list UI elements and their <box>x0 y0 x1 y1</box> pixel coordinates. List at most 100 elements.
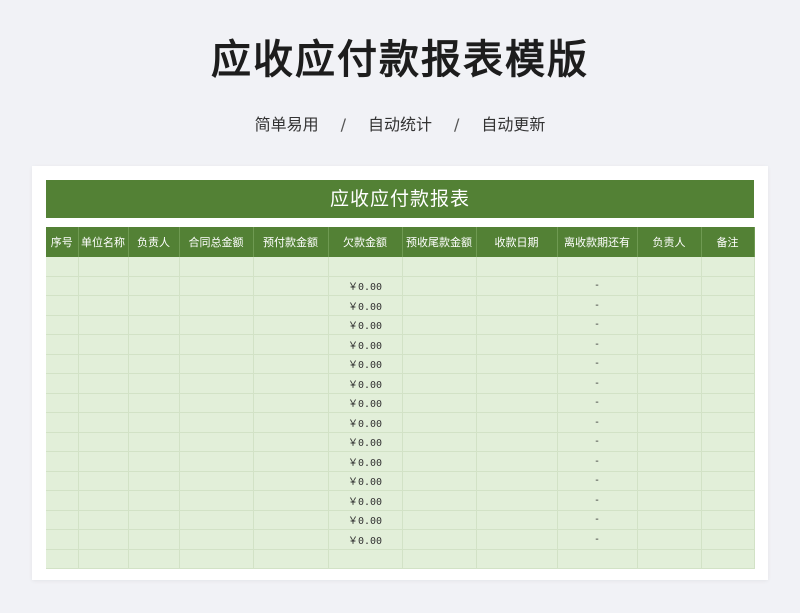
table-cell[interactable] <box>328 257 403 277</box>
table-cell[interactable] <box>701 432 755 452</box>
table-cell[interactable] <box>179 490 254 511</box>
table-cell[interactable]: - <box>557 412 638 433</box>
table-cell[interactable] <box>637 393 702 413</box>
table-cell[interactable] <box>253 549 329 569</box>
table-cell[interactable] <box>402 412 477 433</box>
table-cell[interactable] <box>701 393 755 413</box>
table-cell[interactable] <box>402 432 477 452</box>
table-cell[interactable] <box>46 334 79 355</box>
table-cell[interactable] <box>476 490 558 511</box>
table-cell[interactable] <box>46 490 79 511</box>
table-cell[interactable] <box>402 510 477 530</box>
table-cell[interactable] <box>179 432 254 452</box>
table-cell[interactable] <box>557 257 638 277</box>
table-cell[interactable] <box>46 315 79 335</box>
table-cell[interactable] <box>476 432 558 452</box>
table-cell[interactable] <box>637 412 702 433</box>
table-cell[interactable] <box>46 373 79 394</box>
table-cell[interactable] <box>402 471 477 491</box>
table-cell[interactable] <box>46 510 79 530</box>
table-cell[interactable] <box>253 257 329 277</box>
table-cell[interactable] <box>637 510 702 530</box>
table-cell[interactable] <box>701 295 755 316</box>
table-cell[interactable] <box>179 549 254 569</box>
table-cell[interactable]: ￥0.00 <box>328 354 403 374</box>
table-cell[interactable] <box>402 315 477 335</box>
column-header[interactable]: 负责人 <box>637 227 702 257</box>
table-cell[interactable] <box>179 510 254 530</box>
table-cell[interactable]: ￥0.00 <box>328 432 403 452</box>
table-cell[interactable] <box>402 295 477 316</box>
table-cell[interactable] <box>637 432 702 452</box>
table-cell[interactable] <box>179 257 254 277</box>
table-cell[interactable]: - <box>557 354 638 374</box>
table-cell[interactable] <box>46 412 79 433</box>
table-cell[interactable] <box>128 373 180 394</box>
table-cell[interactable] <box>637 529 702 550</box>
table-cell[interactable] <box>637 295 702 316</box>
table-cell[interactable] <box>78 276 129 296</box>
table-cell[interactable] <box>402 490 477 511</box>
table-cell[interactable] <box>701 315 755 335</box>
table-cell[interactable] <box>476 529 558 550</box>
column-header[interactable]: 合同总金额 <box>179 227 254 257</box>
table-cell[interactable] <box>253 276 329 296</box>
table-cell[interactable]: - <box>557 510 638 530</box>
table-cell[interactable] <box>78 549 129 569</box>
table-cell[interactable] <box>78 471 129 491</box>
table-cell[interactable]: ￥0.00 <box>328 295 403 316</box>
column-header[interactable]: 预收尾款金额 <box>402 227 477 257</box>
column-header[interactable]: 离收款期还有 <box>557 227 638 257</box>
table-cell[interactable] <box>476 412 558 433</box>
table-cell[interactable] <box>253 393 329 413</box>
table-cell[interactable] <box>637 373 702 394</box>
table-cell[interactable] <box>179 373 254 394</box>
table-cell[interactable] <box>701 276 755 296</box>
table-cell[interactable] <box>128 529 180 550</box>
table-cell[interactable] <box>253 334 329 355</box>
table-cell[interactable] <box>476 471 558 491</box>
table-cell[interactable] <box>253 451 329 472</box>
table-cell[interactable] <box>253 354 329 374</box>
table-cell[interactable] <box>128 276 180 296</box>
table-cell[interactable] <box>179 393 254 413</box>
column-header[interactable]: 收款日期 <box>476 227 558 257</box>
table-cell[interactable] <box>402 334 477 355</box>
table-cell[interactable]: ￥0.00 <box>328 529 403 550</box>
table-cell[interactable] <box>179 471 254 491</box>
table-cell[interactable] <box>637 490 702 511</box>
table-cell[interactable] <box>476 451 558 472</box>
table-cell[interactable] <box>701 510 755 530</box>
table-cell[interactable]: - <box>557 276 638 296</box>
table-cell[interactable] <box>78 315 129 335</box>
table-cell[interactable] <box>701 334 755 355</box>
table-cell[interactable] <box>46 529 79 550</box>
table-cell[interactable] <box>637 257 702 277</box>
table-cell[interactable] <box>637 315 702 335</box>
table-cell[interactable] <box>701 490 755 511</box>
table-cell[interactable] <box>253 412 329 433</box>
table-cell[interactable] <box>128 510 180 530</box>
table-cell[interactable] <box>476 549 558 569</box>
table-cell[interactable] <box>557 549 638 569</box>
table-cell[interactable] <box>46 295 79 316</box>
table-cell[interactable] <box>701 529 755 550</box>
table-cell[interactable] <box>402 529 477 550</box>
table-cell[interactable] <box>78 373 129 394</box>
table-cell[interactable] <box>253 432 329 452</box>
table-cell[interactable]: ￥0.00 <box>328 276 403 296</box>
table-cell[interactable]: ￥0.00 <box>328 315 403 335</box>
table-cell[interactable]: - <box>557 373 638 394</box>
table-cell[interactable]: - <box>557 490 638 511</box>
table-cell[interactable] <box>179 412 254 433</box>
table-cell[interactable] <box>179 315 254 335</box>
column-header[interactable]: 序号 <box>46 227 79 257</box>
table-cell[interactable] <box>476 276 558 296</box>
table-cell[interactable] <box>46 393 79 413</box>
table-cell[interactable] <box>179 354 254 374</box>
table-cell[interactable] <box>128 295 180 316</box>
table-cell[interactable] <box>128 257 180 277</box>
table-cell[interactable] <box>637 451 702 472</box>
table-cell[interactable] <box>701 354 755 374</box>
table-cell[interactable] <box>476 373 558 394</box>
